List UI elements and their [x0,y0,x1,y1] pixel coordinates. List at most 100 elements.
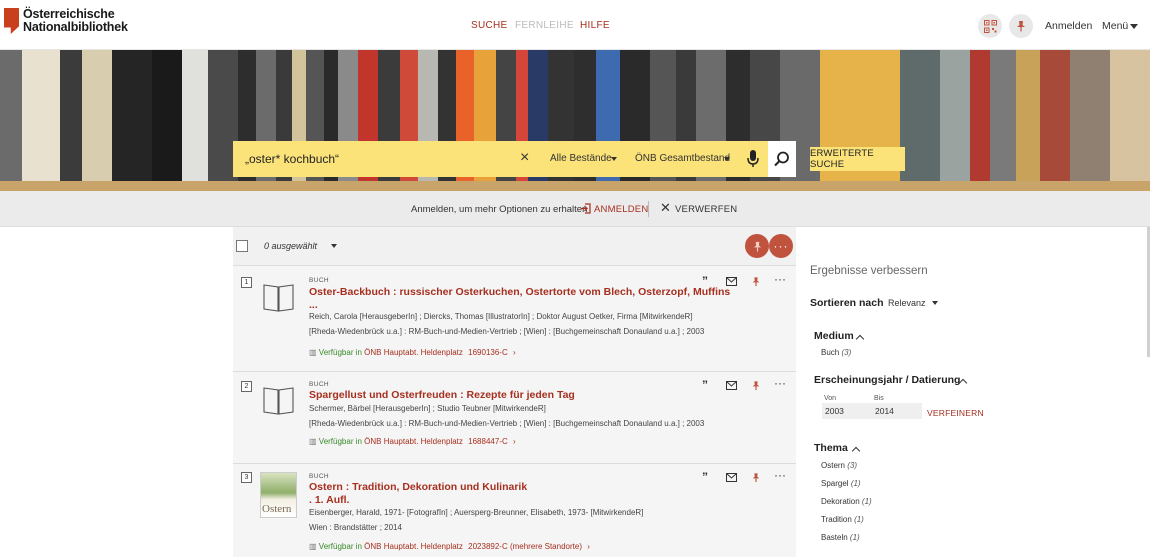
result-availability[interactable]: ▥ Verfügbar in ÖNB Hauptabt. Heldenplatz… [309,542,590,551]
more-icon[interactable]: ··· [774,376,786,390]
facet-thema-item[interactable]: Basteln (1) [821,533,860,542]
cite-icon[interactable]: ” [702,274,708,288]
search-button[interactable] [768,141,796,177]
microphone-icon[interactable] [746,149,760,169]
pin-selected-button[interactable] [745,234,769,258]
refine-panel: Ergebnisse verbessern Sortieren nach Rel… [796,227,1150,557]
onb-logo[interactable]: Österreichische Nationalbibliothek [4,8,128,34]
result-number: 2 [241,381,252,392]
header-menu-button[interactable]: Menü [1102,20,1128,32]
qr-code-button[interactable] [978,14,1002,38]
pin-icon[interactable] [751,380,761,391]
result-item[interactable]: 1 BUCH Oster-Backbuch : russischer Oster… [233,265,796,371]
chevron-up-icon[interactable] [851,446,861,456]
clear-search-icon[interactable]: × [520,149,529,167]
facet-year-heading[interactable]: Erscheinungsjahr / Datierung [814,374,960,386]
search-bar: „oster* kochbuch“ × Alle Bestände ÖNB Ge… [233,141,796,177]
result-type: BUCH [309,277,330,284]
chevron-right-icon: › [512,437,516,446]
dismiss-banner-button[interactable]: VERWERFEN [675,204,737,215]
year-to-label: Bis [874,395,884,402]
result-title[interactable]: Ostern : Tradition, Dekoration und Kulin… [309,481,527,493]
result-publisher: [Rheda-Wiedenbrück u.a.] : RM-Buch-und-M… [309,419,705,428]
result-type: BUCH [309,381,330,388]
facet-thema-heading[interactable]: Thema [814,442,848,454]
results-toolbar: 0 ausgewählt ··· [233,227,796,265]
facet-thema-item[interactable]: Ostern (3) [821,461,857,470]
pin-icon[interactable] [751,472,761,483]
advanced-search-button[interactable]: ERWEITERTE SUCHE [810,147,905,171]
cover-title: Ostern [262,503,292,515]
login-banner: Anmelden, um mehr Optionen zu erhalten A… [0,191,1150,227]
nav-fernleihe[interactable]: FERNLEIHE [515,20,574,31]
email-icon[interactable] [726,277,737,286]
chevron-down-icon[interactable] [932,301,938,305]
result-availability[interactable]: ▥ Verfügbar in ÖNB Hauptabt. Heldenplatz… [309,348,516,357]
pinned-items-button[interactable] [1009,14,1033,38]
more-icon: ··· [773,239,789,253]
chevron-right-icon: › [512,348,516,357]
sort-label: Sortieren nach [810,297,884,309]
refine-year-button[interactable]: VERFEINERN [927,408,984,418]
scope-select-bestaende[interactable]: Alle Bestände [550,153,612,164]
header-login-link[interactable]: Anmelden [1045,20,1092,32]
result-title[interactable]: Spargellust und Osterfreuden : Rezepte f… [309,389,575,401]
result-item[interactable]: 3 Ostern BUCH Ostern : Tradition, Dekora… [233,463,796,557]
more-icon[interactable]: ··· [774,468,786,482]
book-icon [263,387,294,415]
chevron-up-icon[interactable] [855,334,865,344]
banner-text: Anmelden, um mehr Optionen zu erhalten [411,204,588,215]
result-number: 1 [241,277,252,288]
result-type: BUCH [309,473,330,480]
facet-medium-item[interactable]: Buch (3) [821,348,851,357]
more-icon[interactable]: ··· [774,272,786,286]
year-from-input[interactable]: 2003 [822,403,872,419]
close-icon[interactable]: ✕ [660,201,671,215]
nav-suche[interactable]: SUCHE [471,20,508,31]
year-to-input[interactable]: 2014 [872,403,922,419]
scope-select-collection[interactable]: ÖNB Gesamtbestand [635,153,730,164]
login-icon [580,203,591,214]
pin-icon [1017,21,1025,32]
select-all-checkbox[interactable] [236,240,248,252]
facet-thema-item[interactable]: Tradition (1) [821,515,864,524]
result-title-continued[interactable]: ... [309,299,318,311]
facet-thema-item[interactable]: Spargel (1) [821,479,861,488]
shelf-icon: ▥ [309,437,317,446]
result-title[interactable]: Oster-Backbuch : russischer Osterkuchen,… [309,286,730,298]
email-icon[interactable] [726,473,737,482]
facet-thema-item[interactable]: Dekoration (1) [821,497,872,506]
search-input[interactable]: „oster* kochbuch“ [245,152,339,166]
cite-icon[interactable]: ” [702,470,708,484]
book-icon [263,284,294,312]
result-publisher: Wien : Brandstätter ; 2014 [309,523,402,532]
logo-mark-icon [4,8,19,34]
result-authors: Eisenberger, Harald, 1971- [FotografIn] … [309,508,644,517]
banner-login-link[interactable]: ANMELDEN [594,204,648,215]
chevron-down-icon[interactable] [331,244,337,248]
result-availability[interactable]: ▥ Verfügbar in ÖNB Hauptabt. Heldenplatz… [309,437,516,446]
result-authors: Reich, Carola [HerausgeberIn] ; Diercks,… [309,312,693,321]
sort-select[interactable]: Relevanz [888,298,926,308]
refine-title: Ergebnisse verbessern [810,265,928,277]
top-header: Österreichische Nationalbibliothek SUCHE… [0,0,1150,50]
nav-hilfe[interactable]: HILFE [580,20,610,31]
result-authors: Schermer, Bärbel [HerausgeberIn] ; Studi… [309,404,546,413]
book-cover-image: Ostern [260,472,297,518]
more-actions-button[interactable]: ··· [769,234,793,258]
result-item[interactable]: 2 BUCH Spargellust und Osterfreuden : Re… [233,371,796,463]
facet-medium-heading[interactable]: Medium [814,330,854,342]
chevron-down-icon [1130,24,1138,29]
selected-count: 0 ausgewählt [264,241,318,251]
pin-icon[interactable] [751,276,761,287]
result-edition[interactable]: . 1. Aufl. [309,494,349,506]
chevron-down-icon [611,157,617,161]
chevron-down-icon [724,157,730,161]
logo-line-2: Nationalbibliothek [23,20,128,34]
pin-icon [753,241,761,252]
year-from-label: Von [824,395,837,402]
cite-icon[interactable]: ” [702,378,708,392]
email-icon[interactable] [726,381,737,390]
chevron-right-icon: › [587,542,590,551]
result-number: 3 [241,472,252,483]
